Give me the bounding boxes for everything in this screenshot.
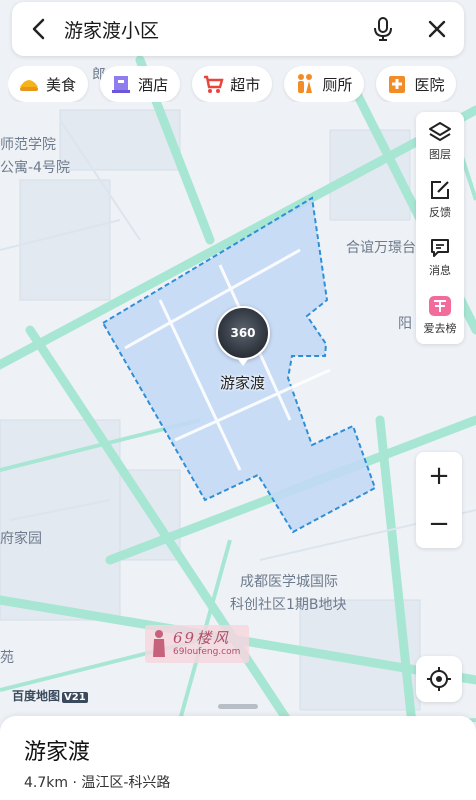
chip-toilet[interactable]: 厕所 — [284, 66, 365, 102]
map-label: 苑 — [0, 650, 14, 666]
map-label: 成都医学城国际 — [240, 574, 338, 590]
watermark: 69楼风 69loufeng.com — [145, 625, 249, 663]
panorama-marker[interactable]: 360 — [216, 306, 270, 360]
chip-supermarket[interactable]: 超市 — [192, 66, 273, 102]
locate-button[interactable] — [416, 656, 462, 702]
drag-handle[interactable] — [218, 704, 258, 709]
logo-text: 百度地图 — [12, 689, 61, 703]
voice-button[interactable] — [356, 2, 410, 56]
hospital-icon — [386, 73, 408, 95]
search-query[interactable]: 游家渡小区 — [64, 16, 356, 43]
place-card[interactable]: 游家渡 4.7km · 温江区-科兴路 — [0, 704, 476, 800]
map-label: 公寓-4号院 — [0, 160, 70, 176]
message-icon — [431, 238, 449, 257]
food-icon — [18, 73, 40, 95]
map-label: 阳 — [398, 316, 412, 332]
tool-label: 图层 — [429, 147, 451, 161]
feedback-button[interactable]: 反馈 — [416, 170, 464, 228]
messages-button[interactable]: 消息 — [416, 228, 464, 286]
layers-icon — [429, 121, 451, 141]
zoom-in-button[interactable]: + — [416, 452, 462, 500]
zoom-controls: + − — [416, 452, 462, 548]
crosshair-icon — [427, 667, 451, 691]
marker-pointer — [237, 358, 249, 366]
zoom-out-button[interactable]: − — [416, 500, 462, 548]
logo-version: V21 — [62, 692, 88, 703]
layers-button[interactable]: 图层 — [416, 112, 464, 170]
clear-button[interactable] — [410, 2, 464, 56]
ranking-icon — [429, 295, 451, 316]
chip-food[interactable]: 美食 — [8, 66, 89, 102]
chip-hotel[interactable]: 酒店 — [100, 66, 181, 102]
map-label: 科创社区1期B地块 — [230, 597, 347, 613]
poi-label[interactable]: 游家渡 — [220, 372, 265, 393]
place-name: 游家渡 — [24, 740, 91, 765]
map-logo: 百度地图 V21 — [12, 687, 88, 704]
watermark-title: 69楼风 — [173, 629, 231, 647]
map-label: 府家园 — [0, 531, 42, 547]
toilet-icon — [294, 73, 316, 95]
panorama-label: 360 — [230, 326, 256, 340]
chip-label: 酒店 — [138, 75, 169, 94]
chip-label: 超市 — [230, 75, 261, 94]
map-label: 师范学院 — [0, 137, 56, 153]
map-tools-panel: 图层 反馈 消息 爱去榜 — [416, 112, 464, 344]
feedback-icon — [431, 180, 449, 199]
back-button[interactable] — [12, 2, 64, 56]
supermarket-icon — [202, 73, 224, 95]
chip-label: 医院 — [414, 75, 445, 94]
tool-label: 反馈 — [429, 205, 451, 219]
map-label: 合谊万璟台 — [346, 240, 416, 256]
search-bar: 游家渡小区 — [12, 2, 464, 56]
figure-icon — [153, 630, 165, 657]
place-detail: 4.7km · 温江区-科兴路 — [24, 775, 171, 791]
ranking-button[interactable]: 爱去榜 — [416, 286, 464, 344]
chip-label: 厕所 — [322, 75, 353, 94]
microphone-icon — [374, 17, 392, 41]
back-arrow-icon — [32, 18, 45, 40]
tool-label: 爱去榜 — [423, 321, 457, 335]
close-icon — [428, 20, 446, 38]
chip-label: 美食 — [46, 75, 77, 94]
hotel-icon — [110, 73, 132, 95]
map-canvas[interactable] — [0, 0, 476, 800]
category-bar: 美食 酒店 超市 厕所 医院 — [8, 66, 476, 102]
chip-hospital[interactable]: 医院 — [376, 66, 457, 102]
watermark-url: 69loufeng.com — [173, 647, 241, 657]
tool-label: 消息 — [429, 263, 451, 277]
